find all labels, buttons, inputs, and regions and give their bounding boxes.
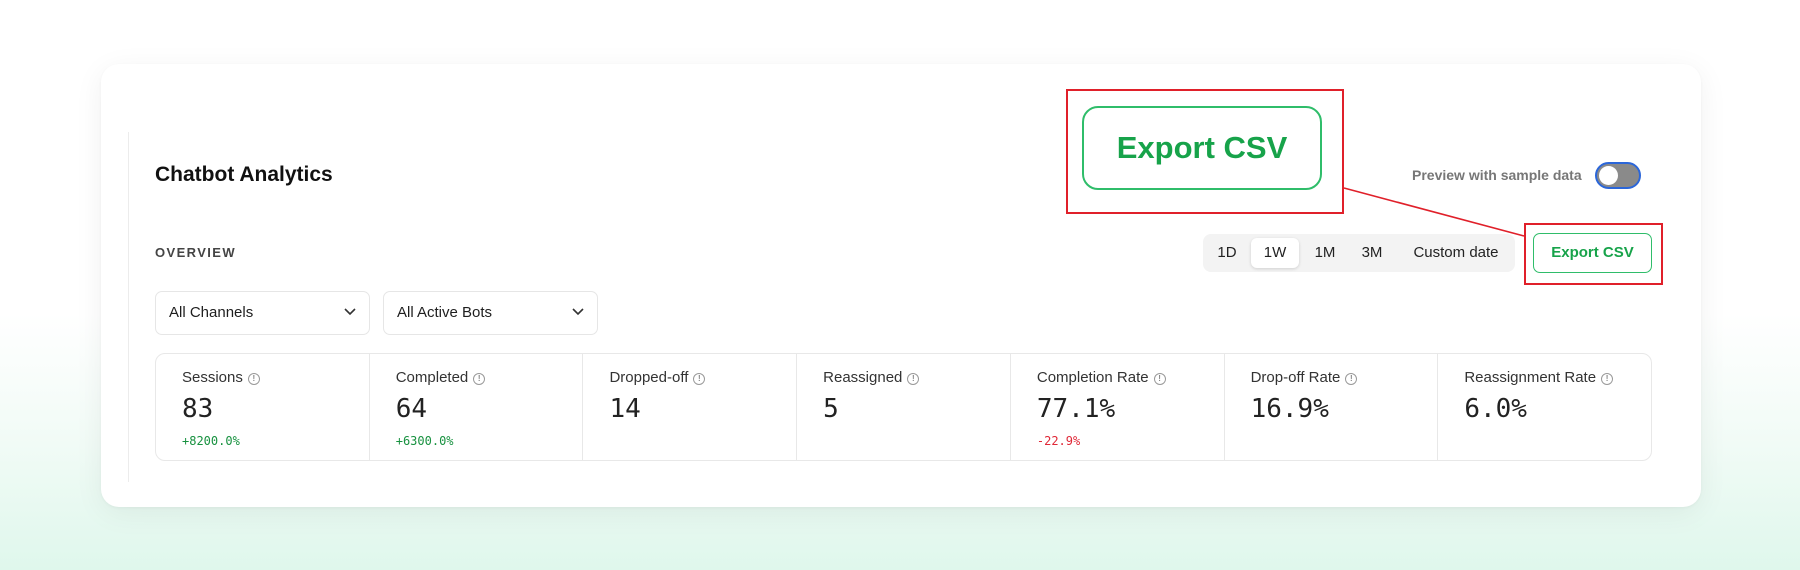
metric-value: 14 [609,394,641,424]
channel-select[interactable]: All Channels [155,291,370,335]
range-1m-button[interactable]: 1M [1307,238,1343,268]
chevron-down-icon [344,308,356,316]
metric-value: 64 [395,394,428,424]
metric-label: Reassigned [823,369,903,386]
metric-reassigned: Reassigned! 5 [797,354,1011,460]
info-icon[interactable]: ! [1601,373,1614,385]
range-custom-date-button[interactable]: Custom date [1403,238,1509,268]
metric-delta: +6300.0% [395,434,454,448]
date-range-selector: 1D 1W 1M 3M Custom date [1203,234,1515,272]
overview-heading: OVERVIEW [155,245,237,260]
info-icon[interactable]: ! [473,373,486,385]
range-1w-button[interactable]: 1W [1251,238,1299,268]
range-1d-button[interactable]: 1D [1211,238,1243,268]
metric-dropped-off: Dropped-off! 14 [583,354,798,460]
metric-completed: Completed! 64 +6300.0% [370,354,584,460]
bot-select[interactable]: All Active Bots [383,291,598,335]
toggle-knob [1599,166,1618,185]
info-icon[interactable]: ! [693,373,706,385]
bot-select-value: All Active Bots [397,304,493,321]
metric-value: 6.0% [1464,394,1527,424]
highlight-box [1524,223,1663,285]
metric-reassignment-rate: Reassignment Rate! 6.0% [1438,354,1651,460]
preview-toggle[interactable] [1595,162,1641,189]
metric-value: 5 [823,394,839,424]
metric-sessions: Sessions! 83 +8200.0% [156,354,370,460]
metric-label: Sessions [182,369,243,386]
metric-value: 83 [182,394,214,424]
metric-delta: -22.9% [1036,434,1081,448]
metric-label: Dropped-off [609,369,689,386]
metric-delta: +8200.0% [182,434,240,448]
chevron-down-icon [572,308,584,316]
metric-label: Reassignment Rate [1464,369,1597,386]
metric-label: Completed [395,369,469,386]
metric-value: 77.1% [1036,394,1116,424]
info-icon[interactable]: ! [247,373,260,385]
preview-label: Preview with sample data [1412,167,1582,183]
info-icon[interactable]: ! [1345,373,1358,385]
channel-select-value: All Channels [169,304,254,321]
info-icon[interactable]: ! [907,373,920,385]
metric-label: Drop-off Rate [1250,369,1341,386]
metric-label: Completion Rate [1036,369,1149,386]
divider [128,132,129,482]
page-title: Chatbot Analytics [155,163,333,186]
range-3m-button[interactable]: 3M [1353,238,1391,268]
metrics-row: Sessions! 83 +8200.0% Completed! 64 +630… [155,353,1652,461]
export-csv-zoom-callout: Export CSV [1082,106,1322,190]
metric-value: 16.9% [1250,394,1329,424]
metric-completion-rate: Completion Rate! 77.1% -22.9% [1011,354,1225,460]
info-icon[interactable]: ! [1153,373,1166,385]
metric-drop-off-rate: Drop-off Rate! 16.9% [1225,354,1439,460]
